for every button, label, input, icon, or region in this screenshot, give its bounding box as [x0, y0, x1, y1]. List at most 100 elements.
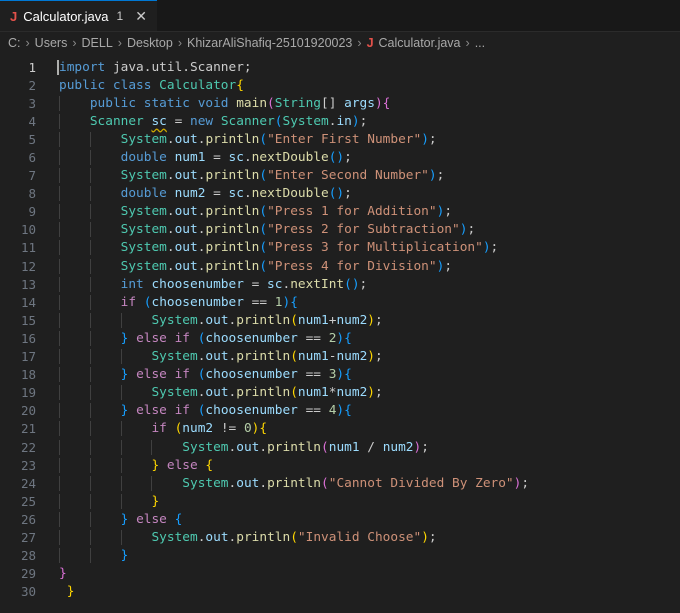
indent-guide	[120, 349, 122, 365]
indent-guide	[89, 294, 91, 310]
breadcrumb-desktop[interactable]: Desktop	[127, 36, 173, 50]
code-line[interactable]: 21 if (num2 != 0){	[0, 420, 680, 438]
indent-guide	[59, 131, 60, 147]
code-token: in	[336, 113, 352, 129]
code-token: ;	[428, 131, 437, 147]
breadcrumb-users[interactable]: Users	[35, 36, 68, 50]
code-line[interactable]: 30 }	[0, 583, 680, 601]
code-token: .	[166, 222, 175, 238]
code-line[interactable]: 27 System.out.println("Invalid Choose");	[0, 528, 680, 546]
code-token: println	[236, 529, 291, 545]
code-token: int	[120, 276, 152, 292]
code-line[interactable]: 17 System.out.println(num1-num2);	[0, 348, 680, 366]
line-number: 12	[20, 258, 36, 274]
indent-guide	[120, 457, 122, 473]
code-token: )	[367, 312, 375, 328]
code-line[interactable]: 11 System.out.println("Press 3 for Multi…	[0, 239, 680, 257]
code-token: (	[267, 95, 275, 111]
line-number: 19	[20, 385, 36, 401]
code-line[interactable]: 26 } else {	[0, 510, 680, 528]
code-token: 0	[243, 421, 252, 437]
line-number: 14	[20, 294, 36, 310]
code-line[interactable]: 9 System.out.println("Press 1 for Additi…	[0, 203, 680, 221]
code-token: out	[174, 240, 198, 256]
code-token: .	[259, 439, 268, 455]
code-token: String	[274, 95, 321, 111]
code-line[interactable]: 6 double num1 = sc.nextDouble();	[0, 148, 680, 166]
code-token: .	[166, 240, 175, 256]
code-text: if (num2 != 0){	[36, 421, 268, 437]
code-line[interactable]: 15 System.out.println(num1+num2);	[0, 311, 680, 329]
breadcrumb-file[interactable]: Calculator.java	[379, 36, 461, 50]
code-line[interactable]: 29}	[0, 565, 680, 583]
code-token: {	[344, 367, 352, 383]
code-token: ;	[490, 240, 499, 256]
code-line[interactable]: 28 }	[0, 547, 680, 565]
line-number: 10	[20, 222, 36, 238]
code-token: "Invalid Choose"	[297, 529, 422, 545]
code-token: .	[259, 475, 268, 491]
code-line[interactable]: 24 System.out.println("Cannot Divided By…	[0, 474, 680, 492]
code-token: System	[151, 349, 198, 365]
code-token: {	[290, 294, 298, 310]
code-token: "Enter Second Number"	[267, 168, 429, 184]
indent-guide	[89, 367, 91, 383]
code-line[interactable]: 3 public static void main(String[] args)…	[0, 94, 680, 112]
code-line[interactable]: 16 } else if (choosenumber == 2){	[0, 329, 680, 347]
code-line[interactable]: 2 public class Calculator{	[0, 76, 680, 94]
tab-calculator-java[interactable]: J Calculator.java 1 ✕	[0, 0, 157, 31]
code-token: num2	[382, 439, 414, 455]
code-token: nextDouble	[251, 186, 329, 202]
code-line[interactable]: 25 }	[0, 492, 680, 510]
indent-guide	[59, 421, 60, 437]
code-line[interactable]: 10 System.out.println("Press 2 for Subtr…	[0, 221, 680, 239]
indent-guide	[89, 150, 91, 166]
code-token: ;	[344, 186, 352, 202]
code-line[interactable]: 19 System.out.println(num1*num2);	[0, 384, 680, 402]
breadcrumb-symbols[interactable]: ...	[475, 36, 485, 50]
indent-guide	[89, 421, 91, 437]
code-line[interactable]: 7 System.out.println("Enter Second Numbe…	[0, 167, 680, 185]
code-token: out	[205, 385, 229, 401]
indent-guide	[151, 475, 153, 491]
code-token: )	[421, 529, 429, 545]
code-token: ==	[297, 330, 329, 346]
code-line[interactable]: 8 double num2 = sc.nextDouble();	[0, 185, 680, 203]
code-editor[interactable]: 1 import java.util.Scanner; 2 public class …	[0, 54, 680, 601]
code-text: } else if (choosenumber == 3){	[36, 367, 352, 383]
indent-guide	[59, 511, 60, 527]
code-token: println	[236, 385, 291, 401]
code-line[interactable]: 12 System.out.println("Press 4 for Divis…	[0, 257, 680, 275]
code-line[interactable]: 23 } else {	[0, 456, 680, 474]
code-text: System.out.println("Press 2 for Subtract…	[36, 222, 475, 238]
code-line[interactable]: 22 System.out.println(num1 / num2);	[0, 438, 680, 456]
breadcrumb-drive[interactable]: C:	[8, 36, 21, 50]
code-token: sc	[228, 150, 244, 166]
code-token: []	[321, 95, 345, 111]
code-token: ==	[243, 294, 275, 310]
code-line[interactable]: 20 } else if (choosenumber == 4){	[0, 402, 680, 420]
close-icon[interactable]: ✕	[135, 8, 147, 25]
indent-guide	[89, 548, 91, 564]
code-token: "Press 2 for Subtraction"	[267, 222, 460, 238]
code-line[interactable]: 14 if (choosenumber == 1){	[0, 293, 680, 311]
chevron-right-icon: ›	[465, 36, 470, 50]
code-token: ;	[421, 439, 429, 455]
code-text: System.out.println("Press 1 for Addition…	[36, 204, 452, 220]
code-line[interactable]: 18 } else if (choosenumber == 3){	[0, 366, 680, 384]
breadcrumb-folder[interactable]: KhizarAliShafiq-25101920023	[187, 36, 352, 50]
code-line[interactable]: 13 int choosenumber = sc.nextInt();	[0, 275, 680, 293]
code-line[interactable]: 4 Scanner sc = new Scanner(System.in);	[0, 112, 680, 130]
indent-guide	[59, 186, 60, 202]
code-text: } else if (choosenumber == 2){	[36, 330, 352, 346]
code-token: num2	[336, 312, 368, 328]
indent-guide	[59, 240, 60, 256]
code-token: .	[243, 150, 252, 166]
code-line[interactable]: 1 import java.util.Scanner;	[0, 58, 680, 76]
code-token: ()	[328, 186, 345, 202]
code-token: ()	[328, 150, 345, 166]
code-token: {	[259, 421, 268, 437]
tab-filename: Calculator.java	[23, 8, 109, 24]
code-line[interactable]: 5 System.out.println("Enter First Number…	[0, 130, 680, 148]
breadcrumb-dell[interactable]: DELL	[82, 36, 113, 50]
